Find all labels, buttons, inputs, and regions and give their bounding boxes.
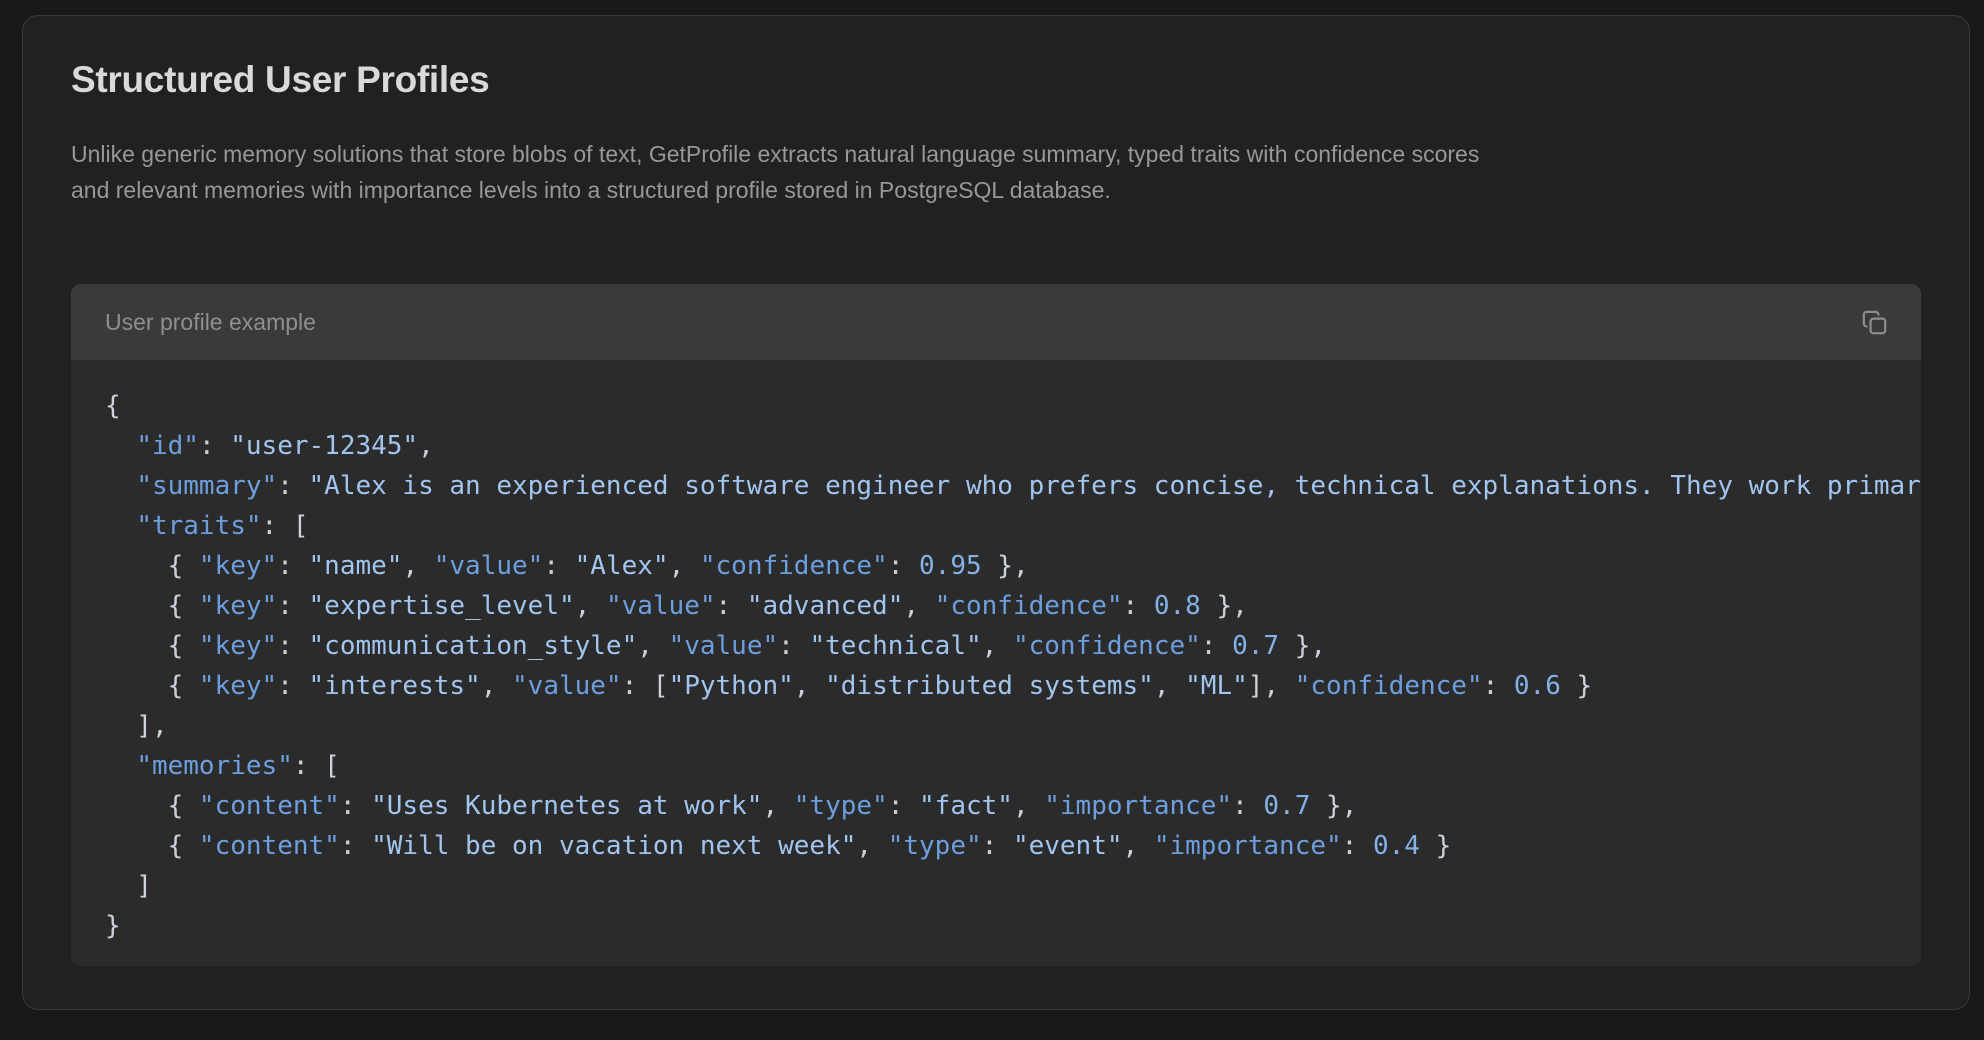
code-line: "memories": [ (105, 746, 1887, 786)
code-line: } (105, 906, 1887, 946)
description-line: Unlike generic memory solutions that sto… (71, 136, 1921, 172)
code-line: "id": "user-12345", (105, 426, 1887, 466)
code-line: { "key": "expertise_level", "value": "ad… (105, 586, 1887, 626)
code-line: { "key": "communication_style", "value":… (105, 626, 1887, 666)
code-line: { "key": "interests", "value": ["Python"… (105, 666, 1887, 706)
copy-icon (1861, 309, 1888, 336)
section-description: Unlike generic memory solutions that sto… (71, 136, 1921, 208)
code-block-header: User profile example (71, 284, 1921, 360)
code-line: "traits": [ (105, 506, 1887, 546)
content-card: Structured User Profiles Unlike generic … (22, 15, 1970, 1010)
code-line: "summary": "Alex is an experienced softw… (105, 466, 1887, 506)
code-line: ] (105, 866, 1887, 906)
description-line: and relevant memories with importance le… (71, 172, 1921, 208)
code-line: ], (105, 706, 1887, 746)
code-block-title: User profile example (105, 309, 316, 336)
code-line: { "content": "Will be on vacation next w… (105, 826, 1887, 866)
copy-button[interactable] (1861, 309, 1888, 336)
section-title: Structured User Profiles (71, 58, 1921, 102)
code-block: User profile example { "id": "user-12345… (71, 284, 1921, 966)
code-line: { "key": "name", "value": "Alex", "confi… (105, 546, 1887, 586)
code-line: { "content": "Uses Kubernetes at work", … (105, 786, 1887, 826)
code-line: { (105, 386, 1887, 426)
code-content[interactable]: { "id": "user-12345", "summary": "Alex i… (71, 360, 1921, 966)
